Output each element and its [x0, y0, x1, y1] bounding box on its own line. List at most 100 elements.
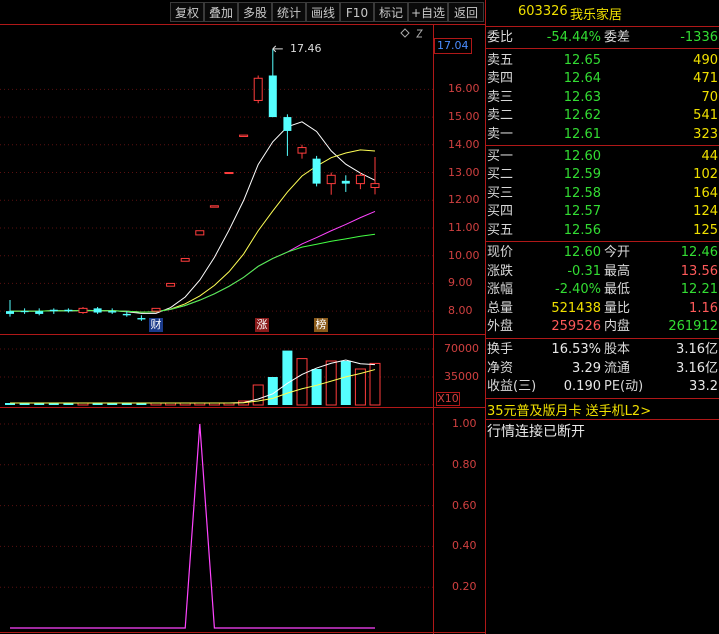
- ma20-line: [10, 210, 376, 313]
- candlestick-chart[interactable]: [0, 25, 433, 335]
- stat-row-0-value: 12.60: [563, 245, 601, 260]
- stat-row-3-value2: 1.16: [689, 300, 718, 316]
- volume-bar: [282, 350, 293, 405]
- ask-row-1: 卖一 12.61 323: [486, 126, 719, 144]
- indicator-tick: 1.00: [452, 417, 477, 430]
- bid-row-2: 买二 12.59 102: [486, 166, 719, 184]
- back-button[interactable]: 返回: [448, 2, 484, 22]
- bid-row-4: 买四 12.57 124: [486, 203, 719, 221]
- candle-body: [370, 183, 380, 188]
- price-tick: 12.00: [448, 193, 480, 207]
- volume-bar: [340, 361, 351, 405]
- volume-unit-label: X10: [436, 392, 460, 406]
- candle-body: [122, 313, 131, 316]
- price-tick: 13.00: [448, 165, 480, 179]
- ask-row-4-value: 12.64: [563, 71, 601, 87]
- bid-row-3-value: 12.58: [563, 185, 601, 201]
- ask-row-2-volume: 541: [693, 108, 718, 124]
- fin-separator: [486, 398, 719, 399]
- stock-name: 我乐家居: [570, 8, 623, 23]
- fin-row-2-label: 收益(三): [487, 379, 537, 395]
- fuquan-button[interactable]: 复权: [170, 2, 204, 22]
- mark-button[interactable]: 标记: [374, 2, 408, 22]
- marker-ranking[interactable]: 榜: [314, 318, 328, 332]
- indicator-chart[interactable]: [0, 408, 433, 632]
- bid-row-1-value: 12.60: [563, 149, 601, 164]
- current-price-tag: 17.04: [434, 38, 472, 54]
- stat-row-0-label: 现价: [487, 245, 514, 260]
- stat-row-3-value: 521438: [551, 300, 601, 316]
- multi-stock-button[interactable]: 多股: [238, 2, 272, 22]
- diamond-icon: [400, 28, 410, 38]
- bottom-divider: [0, 632, 485, 633]
- price-tick: 10.00: [448, 248, 480, 262]
- ask-row-5-label: 卖五: [487, 53, 514, 68]
- bid-row-3: 买三 12.58 164: [486, 185, 719, 203]
- candle-body: [268, 75, 277, 118]
- candle-body: [35, 311, 44, 314]
- draw-line-button[interactable]: 画线: [306, 2, 340, 22]
- stat-row-1-value2: 13.56: [680, 263, 718, 279]
- indicator-tick: 0.20: [452, 580, 477, 594]
- indicator-tick: 0.80: [452, 457, 477, 471]
- bid-row-4-value: 12.57: [563, 204, 601, 220]
- fin-row-2: 收益(三) 0.190 PE(动) 33.2: [486, 378, 719, 396]
- zoom-icon: [416, 29, 423, 38]
- stat-row-1-label2: 最高: [604, 263, 631, 279]
- candle-body: [297, 147, 307, 154]
- price-tick: 15.00: [448, 110, 480, 124]
- weibi-row: 委比 -54.44% 委差 -1336: [486, 29, 719, 47]
- price-tick: 14.00: [448, 137, 480, 151]
- upgrade-ad-link[interactable]: 35元普及版月卡 送手机L2>: [487, 400, 651, 419]
- stat-row-2-label2: 最低: [604, 282, 631, 298]
- ask-row-1-label: 卖一: [487, 126, 514, 142]
- statistics-button[interactable]: 统计: [272, 2, 306, 22]
- candle-body: [239, 134, 249, 137]
- ask-row-3: 卖三 12.63 70: [486, 89, 719, 107]
- add-watchlist-button[interactable]: +自选: [408, 2, 448, 22]
- chart-toolbar: 复权 叠加 多股 统计 画线 F10 标记 +自选 返回: [0, 0, 485, 24]
- indicator-tick: 0.60: [452, 498, 477, 512]
- ask-row-2-label: 卖二: [487, 108, 514, 124]
- bid-row-2-volume: 102: [693, 167, 718, 183]
- stat-row-1-label: 涨跌: [487, 263, 514, 279]
- ask-row-4-volume: 471: [693, 71, 718, 87]
- bid-row-1: 买一 12.60 44: [486, 148, 719, 166]
- candle-body: [151, 307, 161, 312]
- volume-chart[interactable]: [0, 335, 433, 407]
- marker-financial[interactable]: 财: [149, 318, 163, 332]
- marker-limit-up[interactable]: 涨: [255, 318, 269, 332]
- candle-body: [209, 205, 219, 208]
- price-tick: 11.00: [448, 220, 480, 234]
- candle-body: [6, 311, 14, 314]
- stat-row-1: 涨跌 -0.31 最高 13.56: [486, 263, 719, 281]
- price-tick: 16.00: [448, 82, 480, 96]
- stat-row-3-label2: 量比: [604, 300, 631, 316]
- candle-body: [20, 311, 29, 313]
- ask-row-3-value: 12.63: [563, 89, 601, 105]
- fin-row-2-value2: 33.2: [689, 379, 718, 395]
- stat-row-4-value2: 261912: [668, 319, 718, 335]
- candle-body: [93, 308, 102, 313]
- stat-row-4-label2: 内盘: [604, 319, 631, 335]
- stock-title: 603326 我乐家居: [486, 4, 719, 24]
- stat-row-2-value: -2.40%: [555, 282, 601, 298]
- fin-row-2-label2: PE(动): [604, 379, 644, 395]
- ask-row-2: 卖二 12.62 541: [486, 107, 719, 125]
- bid-row-5: 买五 12.56 125: [486, 222, 719, 240]
- stat-row-4: 外盘 259526 内盘 261912: [486, 318, 719, 336]
- volume-tick: 70000: [444, 342, 479, 355]
- candle-body: [49, 309, 58, 312]
- f10-button[interactable]: F10: [340, 2, 374, 22]
- overlay-button[interactable]: 叠加: [204, 2, 238, 22]
- bid-row-5-label: 买五: [487, 222, 514, 238]
- stat-row-1-value: -0.31: [567, 263, 601, 279]
- ask-row-1-value: 12.61: [563, 126, 601, 142]
- stock-code: 603326: [518, 4, 568, 19]
- ma5-line: [10, 121, 376, 314]
- ask-row-5-volume: 490: [693, 53, 718, 68]
- price-tick: 9.00: [448, 276, 473, 290]
- bid-row-3-label: 买三: [487, 185, 514, 201]
- stat-row-4-value: 259526: [551, 319, 601, 335]
- candle-body: [180, 257, 190, 262]
